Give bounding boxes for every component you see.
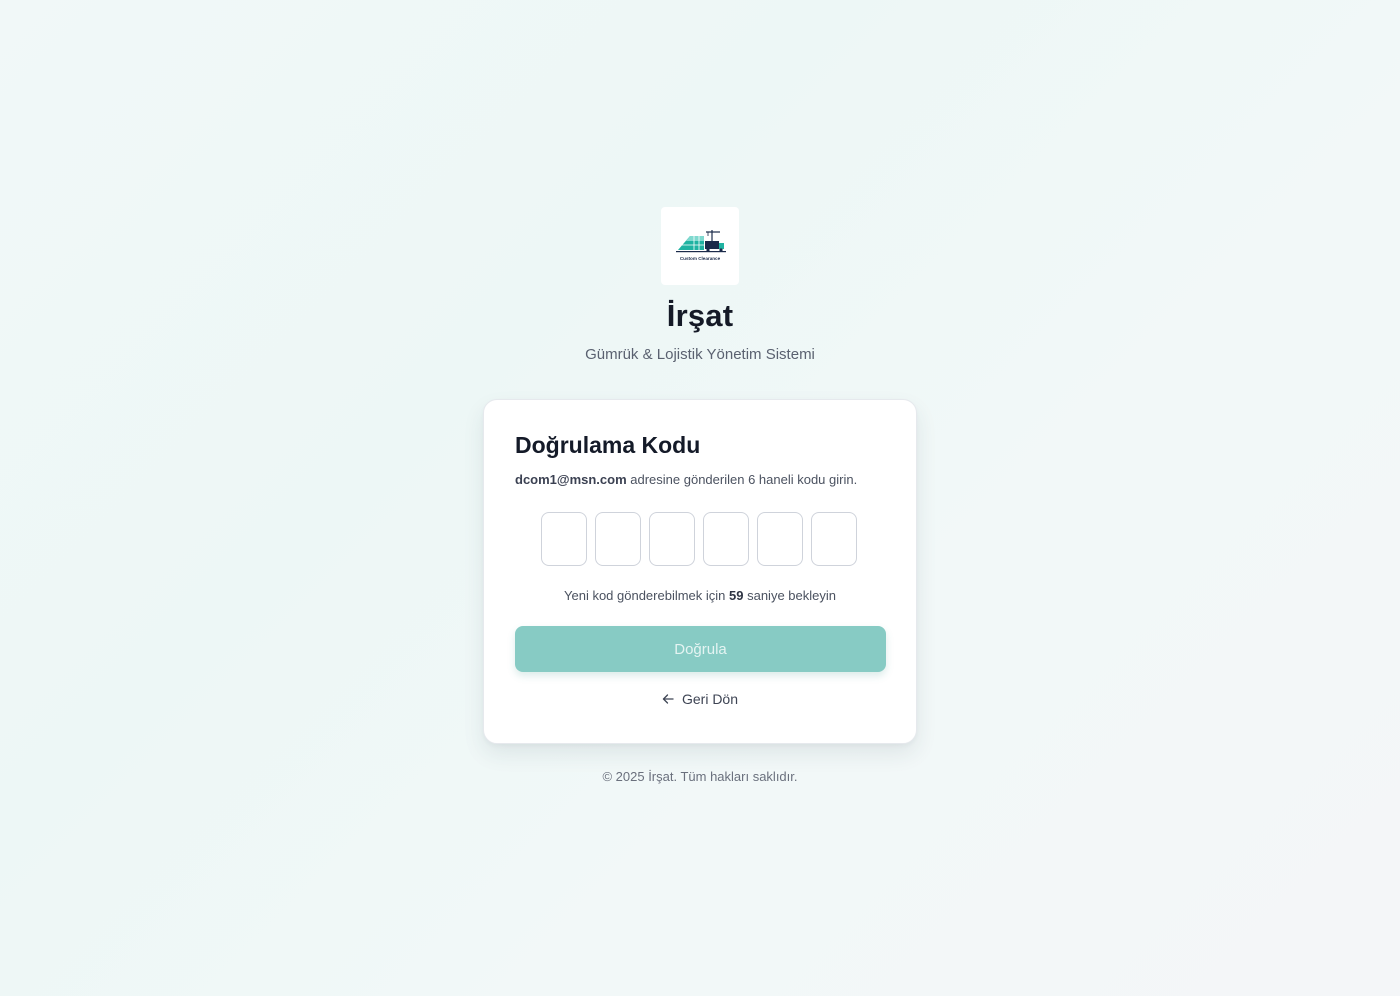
footer-copyright: © 2025 İrşat. Tüm hakları saklıdır. bbox=[602, 769, 798, 784]
verify-button[interactable]: Doğrula bbox=[515, 626, 886, 672]
otp-input-group bbox=[541, 512, 857, 566]
otp-digit-3[interactable] bbox=[649, 512, 695, 566]
back-label: Geri Dön bbox=[681, 691, 739, 707]
verification-card: Doğrulama Kodu dcom1@msn.com adresine gö… bbox=[483, 399, 917, 744]
description-text: adresine gönderilen 6 haneli kodu girin. bbox=[626, 472, 858, 487]
otp-digit-1[interactable] bbox=[541, 512, 587, 566]
otp-digit-4[interactable] bbox=[703, 512, 749, 566]
logo-caption: Custom Clearance bbox=[680, 256, 721, 261]
recipient-email: dcom1@msn.com bbox=[515, 472, 627, 487]
resend-countdown: Yeni kod gönderebilmek için 59 saniye be… bbox=[484, 588, 916, 603]
app-subtitle: Gümrük & Lojistik Yönetim Sistemi bbox=[585, 346, 815, 363]
back-link[interactable]: Geri Dön bbox=[484, 691, 916, 707]
resend-suffix: saniye bekleyin bbox=[743, 588, 836, 603]
arrow-left-icon bbox=[662, 693, 674, 705]
app-title: İrşat bbox=[666, 298, 734, 333]
card-title: Doğrulama Kodu bbox=[515, 432, 701, 458]
otp-digit-6[interactable] bbox=[811, 512, 857, 566]
verification-description: dcom1@msn.com adresine gönderilen 6 hane… bbox=[515, 472, 857, 487]
otp-digit-5[interactable] bbox=[757, 512, 803, 566]
otp-digit-2[interactable] bbox=[595, 512, 641, 566]
brand-logo: Custom Clearance bbox=[661, 207, 739, 285]
login-page: Custom Clearance İrşat Gümrük & Lojistik… bbox=[0, 0, 1400, 996]
resend-seconds: 59 bbox=[729, 588, 744, 603]
resend-prefix: Yeni kod gönderebilmek için bbox=[564, 588, 730, 603]
custom-clearance-logo-icon: Custom Clearance bbox=[676, 230, 726, 261]
